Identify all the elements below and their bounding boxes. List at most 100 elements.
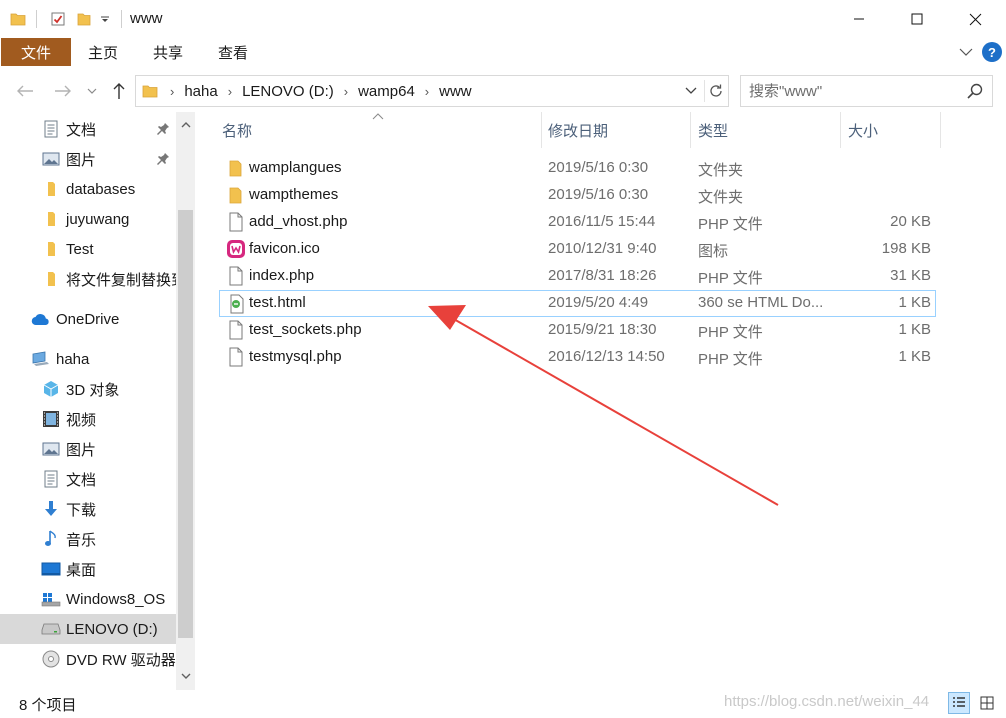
file-row-testmysql[interactable]: testmysql.php 2016/12/13 14:50 PHP 文件 1 … — [219, 344, 936, 371]
nav-item-label: 下载 — [66, 501, 97, 519]
nav-item-label: 将文件复制替换到 — [66, 271, 176, 289]
file-row-favicon[interactable]: favicon.ico 2010/12/31 9:40 图标 198 KB — [219, 236, 936, 263]
scroll-up-arrow-icon[interactable] — [178, 116, 193, 133]
nav-item-downloads[interactable]: 下载 — [0, 494, 176, 524]
address-bar[interactable]: › haha › LENOVO (D:) › wamp64 › www — [135, 75, 729, 107]
tab-share[interactable]: 共享 — [153, 38, 183, 66]
nav-item-documents-pinned[interactable]: 文档 — [0, 114, 176, 144]
file-name: index.php — [249, 267, 315, 284]
nav-item-onedrive[interactable]: OneDrive — [0, 304, 176, 334]
file-row-add-vhost[interactable]: add_vhost.php 2016/11/5 15:44 PHP 文件 20 … — [219, 209, 936, 236]
ribbon-tabs: 文件 主页 共享 查看 ? — [0, 38, 1006, 68]
documents-icon — [41, 119, 61, 139]
refresh-icon[interactable] — [704, 80, 726, 102]
properties-checkmark-icon[interactable] — [48, 9, 68, 29]
nav-item-this-pc[interactable]: haha — [0, 344, 176, 374]
search-icon[interactable] — [966, 82, 984, 100]
back-arrow-icon[interactable] — [14, 80, 36, 102]
new-folder-icon[interactable] — [74, 9, 94, 29]
toolbar-separator — [36, 10, 37, 28]
breadcrumb-chevron-icon[interactable]: › — [419, 84, 435, 99]
breadcrumb-www[interactable]: www — [435, 83, 476, 100]
file-size: 1 KB — [898, 321, 931, 338]
maximize-icon[interactable] — [888, 0, 946, 38]
file-row-test-html[interactable]: test.html 2019/5/20 4:49 360 se HTML Do.… — [219, 290, 936, 317]
column-divider[interactable] — [541, 112, 542, 148]
documents-icon — [41, 469, 61, 489]
file-row-index[interactable]: index.php 2017/8/31 18:26 PHP 文件 31 KB — [219, 263, 936, 290]
scrollbar-thumb[interactable] — [178, 210, 193, 638]
breadcrumb-chevron-icon[interactable]: › — [338, 84, 354, 99]
nav-item-pictures[interactable]: 图片 — [0, 434, 176, 464]
nav-item-databases[interactable]: databases — [0, 174, 176, 204]
search-input[interactable] — [749, 81, 959, 101]
file-type: PHP 文件 — [698, 216, 763, 233]
customize-dropdown-icon[interactable] — [98, 9, 112, 29]
pin-icon[interactable] — [156, 152, 170, 166]
folder-icon — [229, 187, 242, 204]
column-divider[interactable] — [690, 112, 691, 148]
column-header-name[interactable]: 名称 — [222, 112, 252, 148]
breadcrumb-wamp64[interactable]: wamp64 — [354, 83, 419, 100]
large-icons-view-icon[interactable] — [976, 692, 998, 714]
minimize-icon[interactable] — [830, 0, 888, 38]
tab-home[interactable]: 主页 — [88, 38, 118, 66]
expand-ribbon-chevron-icon[interactable] — [956, 42, 976, 62]
file-type: 文件夹 — [698, 189, 744, 206]
nav-item-windows8-os[interactable]: Windows8_OS — [0, 584, 176, 614]
column-header-modified[interactable]: 修改日期 — [548, 112, 608, 148]
nav-item-videos[interactable]: 视频 — [0, 404, 176, 434]
file-icon — [229, 212, 243, 232]
close-icon[interactable] — [946, 0, 1004, 38]
this-pc-icon — [31, 349, 51, 369]
details-view-icon[interactable] — [948, 692, 970, 714]
tab-file[interactable]: 文件 — [1, 38, 71, 66]
file-name: favicon.ico — [249, 240, 320, 257]
nav-item-dvd-drive[interactable]: DVD RW 驱动器 — [0, 644, 176, 674]
address-dropdown-icon[interactable] — [682, 82, 700, 100]
breadcrumb-chevron-icon[interactable]: › — [164, 84, 180, 99]
file-modified: 2016/12/13 14:50 — [548, 348, 665, 365]
nav-item-label: 音乐 — [66, 531, 97, 549]
nav-item-copy-replace-folder[interactable]: 将文件复制替换到 — [0, 264, 176, 294]
column-header-size[interactable]: 大小 — [848, 112, 878, 148]
file-row-test-sockets[interactable]: test_sockets.php 2015/9/21 18:30 PHP 文件 … — [219, 317, 936, 344]
file-row-wampthemes[interactable]: wampthemes 2019/5/16 0:30 文件夹 — [219, 182, 936, 209]
tab-view[interactable]: 查看 — [218, 38, 248, 66]
column-divider[interactable] — [840, 112, 841, 148]
breadcrumb-haha[interactable]: haha — [180, 83, 221, 100]
nav-item-juyuwang[interactable]: juyuwang — [0, 204, 176, 234]
nav-item-lenovo-drive[interactable]: LENOVO (D:) — [0, 614, 176, 644]
column-divider[interactable] — [940, 112, 941, 148]
recent-locations-chevron-icon[interactable] — [84, 80, 100, 102]
folder-icon — [229, 160, 242, 177]
nav-item-documents[interactable]: 文档 — [0, 464, 176, 494]
file-name: test.html — [249, 294, 306, 311]
nav-item-label: 图片 — [66, 151, 97, 169]
file-icon — [229, 347, 243, 367]
nav-item-3d-objects[interactable]: 3D 对象 — [0, 374, 176, 404]
breadcrumb-chevron-icon[interactable]: › — [222, 84, 238, 99]
up-arrow-icon[interactable] — [108, 80, 130, 102]
scroll-down-arrow-icon[interactable] — [178, 668, 193, 685]
nav-item-label: OneDrive — [56, 310, 120, 328]
nav-item-label: 桌面 — [66, 561, 97, 579]
column-header-type[interactable]: 类型 — [698, 112, 728, 148]
nav-pane-scrollbar[interactable] — [176, 112, 195, 690]
search-box[interactable] — [740, 75, 993, 107]
help-icon[interactable]: ? — [982, 42, 1002, 62]
nav-item-music[interactable]: 音乐 — [0, 524, 176, 554]
nav-item-test[interactable]: Test — [0, 234, 176, 264]
file-icon — [229, 320, 243, 340]
forward-arrow-icon[interactable] — [52, 80, 74, 102]
nav-item-label: LENOVO (D:) — [66, 620, 158, 638]
file-row-wamplangues[interactable]: wamplangues 2019/5/16 0:30 文件夹 — [219, 155, 936, 182]
nav-item-pictures-pinned[interactable]: 图片 — [0, 144, 176, 174]
breadcrumb-lenovo-drive[interactable]: LENOVO (D:) — [238, 83, 338, 100]
nav-item-desktop[interactable]: 桌面 — [0, 554, 176, 584]
file-type: 文件夹 — [698, 162, 744, 179]
folder-icon — [41, 209, 61, 229]
dvd-drive-icon — [41, 649, 61, 669]
pin-icon[interactable] — [156, 122, 170, 136]
pictures-icon — [41, 439, 61, 459]
